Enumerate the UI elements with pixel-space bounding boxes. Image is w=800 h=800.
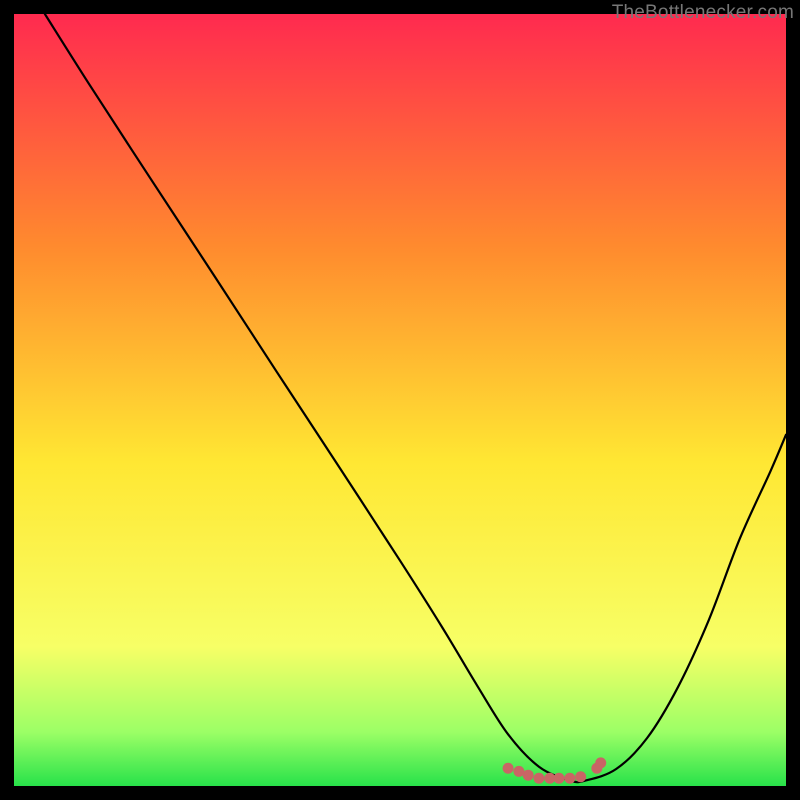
optimal-dot — [533, 773, 544, 784]
optimal-dot — [554, 773, 565, 784]
chart-svg — [14, 14, 786, 786]
optimal-dot — [575, 771, 586, 782]
optimal-dot — [503, 763, 514, 774]
optimal-dot — [595, 757, 606, 768]
chart-frame — [14, 14, 786, 786]
optimal-dot — [564, 773, 575, 784]
attribution-text: TheBottlenecker.com — [612, 2, 794, 24]
chart-background — [14, 14, 786, 786]
optimal-dot — [523, 770, 534, 781]
